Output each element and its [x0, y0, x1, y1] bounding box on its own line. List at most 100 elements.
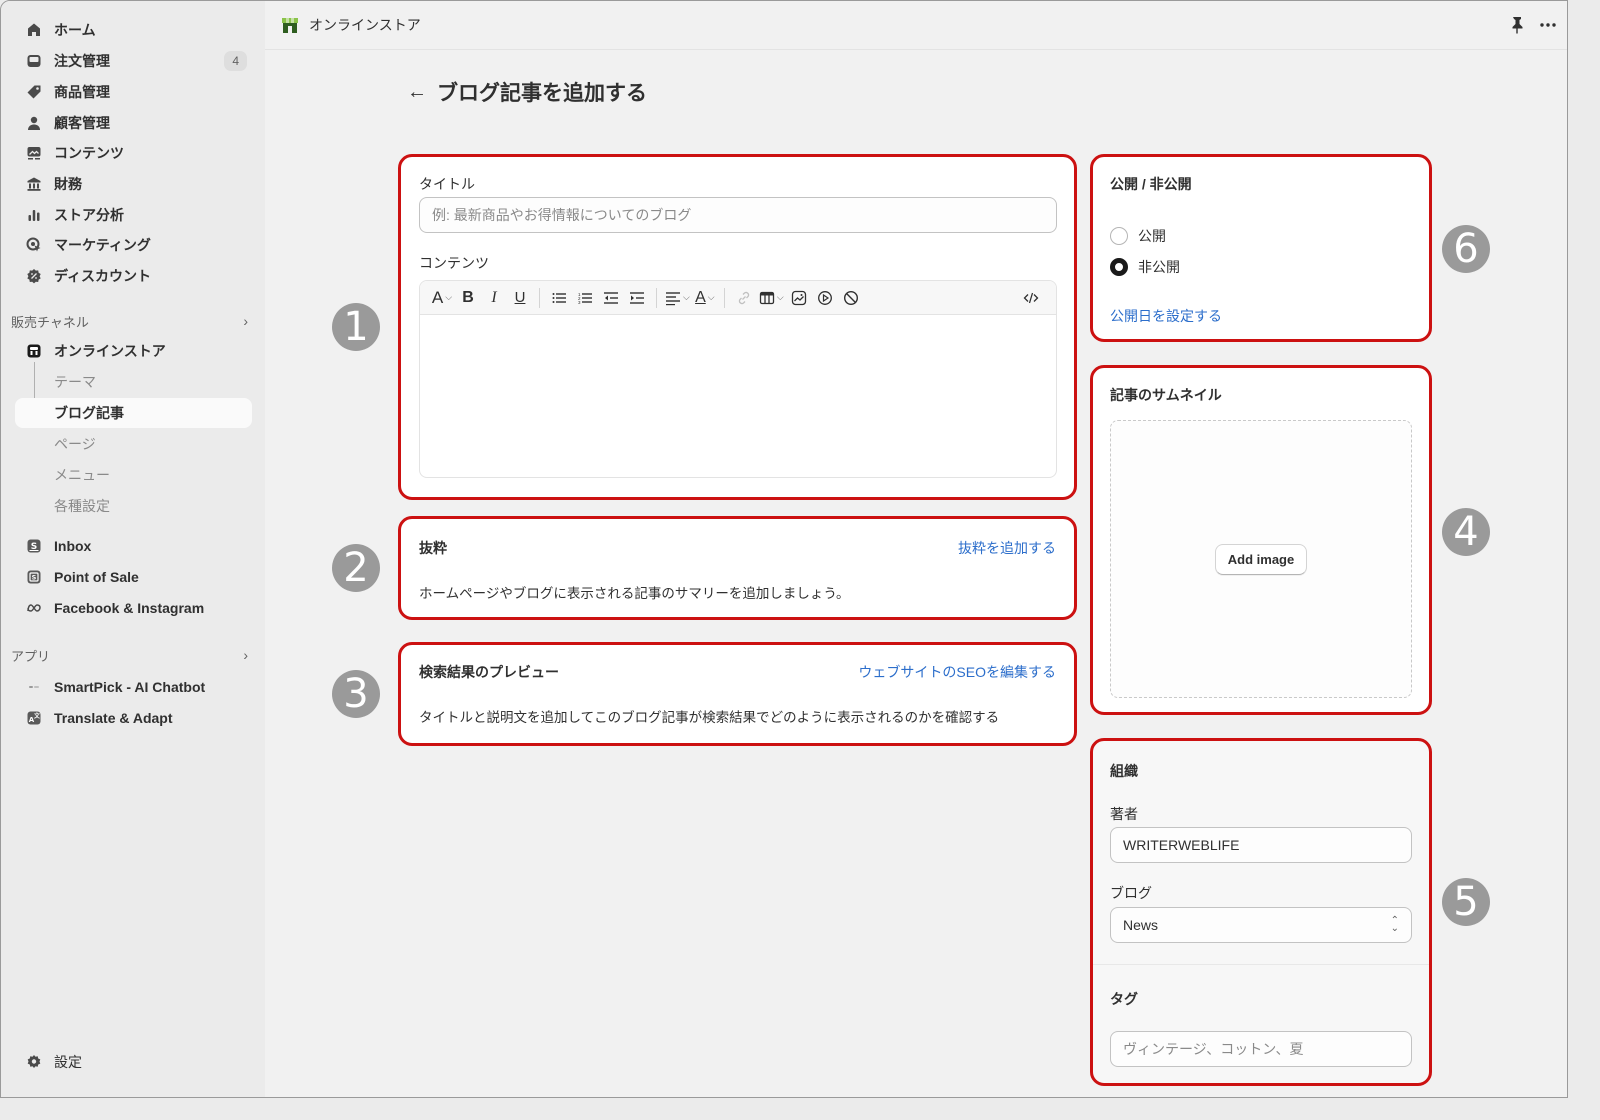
bullet-list-icon	[552, 292, 566, 303]
edit-seo-link[interactable]: ウェブサイトのSEOを編集する	[858, 662, 1056, 682]
editor-body[interactable]	[420, 315, 1056, 477]
insert-link-button[interactable]	[733, 287, 755, 309]
italic-button[interactable]: I	[483, 287, 505, 309]
sidebar-item-settings[interactable]: 設定	[15, 1047, 252, 1077]
table-icon	[759, 291, 774, 304]
sidebar-subitem-blog-posts[interactable]: ブログ記事	[15, 398, 252, 428]
sidebar-item-smartpick[interactable]: SmartPick - AI Chatbot	[15, 672, 252, 702]
pin-icon[interactable]	[1509, 16, 1525, 39]
more-options-icon[interactable]	[1539, 16, 1557, 39]
show-html-button[interactable]	[1020, 287, 1042, 309]
bank-icon	[25, 175, 43, 193]
code-icon	[1023, 292, 1039, 303]
sidebar-item-marketing[interactable]: マーケティング	[15, 230, 252, 260]
sidebar-subitem-pages[interactable]: ページ	[15, 429, 252, 459]
sidebar-item-facebook-instagram[interactable]: Facebook & Instagram	[15, 593, 252, 623]
text-color-icon: A	[695, 288, 706, 306]
sidebar-item-point-of-sale[interactable]: S Point of Sale	[15, 562, 252, 592]
blog-label: ブログ	[1110, 885, 1152, 901]
sidebar-subitem-preferences[interactable]: 各種設定	[15, 491, 252, 521]
sidebar-item-inbox[interactable]: S Inbox	[15, 531, 252, 561]
target-icon	[25, 236, 43, 254]
author-input[interactable]	[1110, 827, 1412, 863]
visibility-title: 公開 / 非公開	[1110, 176, 1192, 192]
sidebar-subitem-themes[interactable]: テーマ	[15, 367, 252, 397]
apps-heading: アプリ	[11, 648, 51, 664]
clear-formatting-button[interactable]	[840, 287, 862, 309]
sidebar-item-products[interactable]: 商品管理	[15, 77, 252, 107]
insert-image-button[interactable]	[788, 287, 810, 309]
editor-toolbar: A ⌵ B I U 123 ⌵ A ⌵ ⌵	[420, 281, 1056, 315]
tags-input[interactable]	[1110, 1031, 1412, 1067]
excerpt-description: ホームページやブログに表示される記事のサマリーを追加しましょう。	[419, 586, 850, 601]
sidebar-item-discounts[interactable]: ディスカウント	[15, 261, 252, 291]
back-arrow-icon[interactable]: ←	[407, 81, 427, 104]
chevron-down-icon: ⌵	[776, 292, 784, 302]
outdent-button[interactable]	[600, 287, 622, 309]
main-content: オンラインストア ← ブログ記事を追加する タイトル コンテンツ A⌵ B I …	[265, 1, 1567, 1097]
blog-select[interactable]: News ⌃ ⌄	[1110, 907, 1412, 943]
sidebar-item-home[interactable]: ホーム	[15, 15, 252, 45]
tags-label: タグ	[1110, 991, 1138, 1007]
svg-text:S: S	[32, 574, 37, 582]
organization-card: 組織 著者 ブログ News ⌃⌄ タグ	[1090, 738, 1432, 1086]
sidebar-item-label: 顧客管理	[54, 115, 110, 131]
visibility-card: 公開 / 非公開 公開 非公開 公開日を設定する	[1090, 154, 1432, 342]
add-excerpt-link[interactable]: 抜粋を追加する	[958, 538, 1056, 558]
annotation-badge-4: 4	[1442, 508, 1490, 556]
italic-icon: I	[491, 288, 497, 306]
underline-button[interactable]: U	[509, 287, 531, 309]
add-image-button[interactable]: Add image	[1214, 543, 1308, 575]
bullet-list-button[interactable]	[548, 287, 570, 309]
visibility-option-visible[interactable]: 公開	[1110, 226, 1166, 246]
seo-description: タイトルと説明文を追加してこのブログ記事が検索結果でどのように表示されるのかを確…	[419, 710, 1000, 725]
sidebar-item-orders[interactable]: 注文管理 4	[15, 46, 252, 76]
underline-icon: U	[514, 289, 526, 306]
sidebar-item-label: Inbox	[54, 538, 92, 554]
sidebar-item-content[interactable]: コンテンツ	[15, 138, 252, 168]
title-content-card: タイトル コンテンツ A⌵ B I U 123 ⌵ A⌵	[398, 154, 1077, 500]
seo-preview-card: 検索結果のプレビュー ウェブサイトのSEOを編集する タイトルと説明文を追加して…	[398, 642, 1077, 746]
bold-button[interactable]: B	[457, 287, 479, 309]
sidebar-item-label: Point of Sale	[54, 569, 139, 585]
text-color-dropdown[interactable]: A ⌵	[694, 287, 716, 309]
sidebar-item-translate-adapt[interactable]: A文 Translate & Adapt	[15, 703, 252, 733]
tag-icon	[25, 83, 43, 101]
numbered-list-button[interactable]: 123	[574, 287, 596, 309]
store-name: オンラインストア	[309, 17, 421, 33]
sales-channels-header[interactable]: 販売チャネル ›	[11, 311, 252, 331]
sidebar-item-analytics[interactable]: ストア分析	[15, 200, 252, 230]
person-icon	[25, 114, 43, 132]
link-icon	[738, 291, 749, 304]
sidebar-subitem-menus[interactable]: メニュー	[15, 460, 252, 490]
meta-icon	[25, 599, 43, 617]
bold-icon: B	[462, 288, 474, 306]
image-dropzone[interactable]: Add image	[1110, 420, 1412, 698]
visibility-option-hidden[interactable]: 非公開	[1110, 257, 1180, 277]
translate-icon: A文	[25, 709, 43, 727]
sidebar-item-label: コンテンツ	[54, 145, 124, 161]
title-input[interactable]	[419, 197, 1057, 233]
apps-header[interactable]: アプリ ›	[11, 645, 252, 665]
sidebar: ホーム 注文管理 4 商品管理 顧客管理 コンテンツ 財務 ストア分析 マーケテ…	[1, 1, 265, 1097]
sidebar-item-online-store[interactable]: オンラインストア	[15, 336, 252, 366]
radio-visible[interactable]	[1110, 227, 1128, 245]
set-publish-date-link[interactable]: 公開日を設定する	[1110, 306, 1222, 326]
store-logo-icon	[282, 18, 298, 33]
chevron-right-icon[interactable]: ›	[243, 313, 248, 329]
sidebar-item-customers[interactable]: 顧客管理	[15, 108, 252, 138]
table-dropdown[interactable]: ⌵	[759, 287, 784, 309]
sidebar-item-finance[interactable]: 財務	[15, 169, 252, 199]
home-icon	[25, 21, 43, 39]
align-dropdown[interactable]: ⌵	[665, 287, 690, 309]
sidebar-item-label: ディスカウント	[54, 268, 152, 284]
annotation-badge-6: 6	[1442, 225, 1490, 273]
chevron-right-icon[interactable]: ›	[243, 647, 248, 663]
insert-video-button[interactable]	[814, 287, 836, 309]
sidebar-item-label: 注文管理	[54, 53, 110, 69]
radio-hidden[interactable]	[1110, 258, 1128, 276]
text-format-dropdown[interactable]: A ⌵	[431, 287, 453, 309]
indent-icon	[630, 291, 644, 304]
indent-button[interactable]	[626, 287, 648, 309]
sidebar-item-label: 設定	[54, 1054, 82, 1070]
